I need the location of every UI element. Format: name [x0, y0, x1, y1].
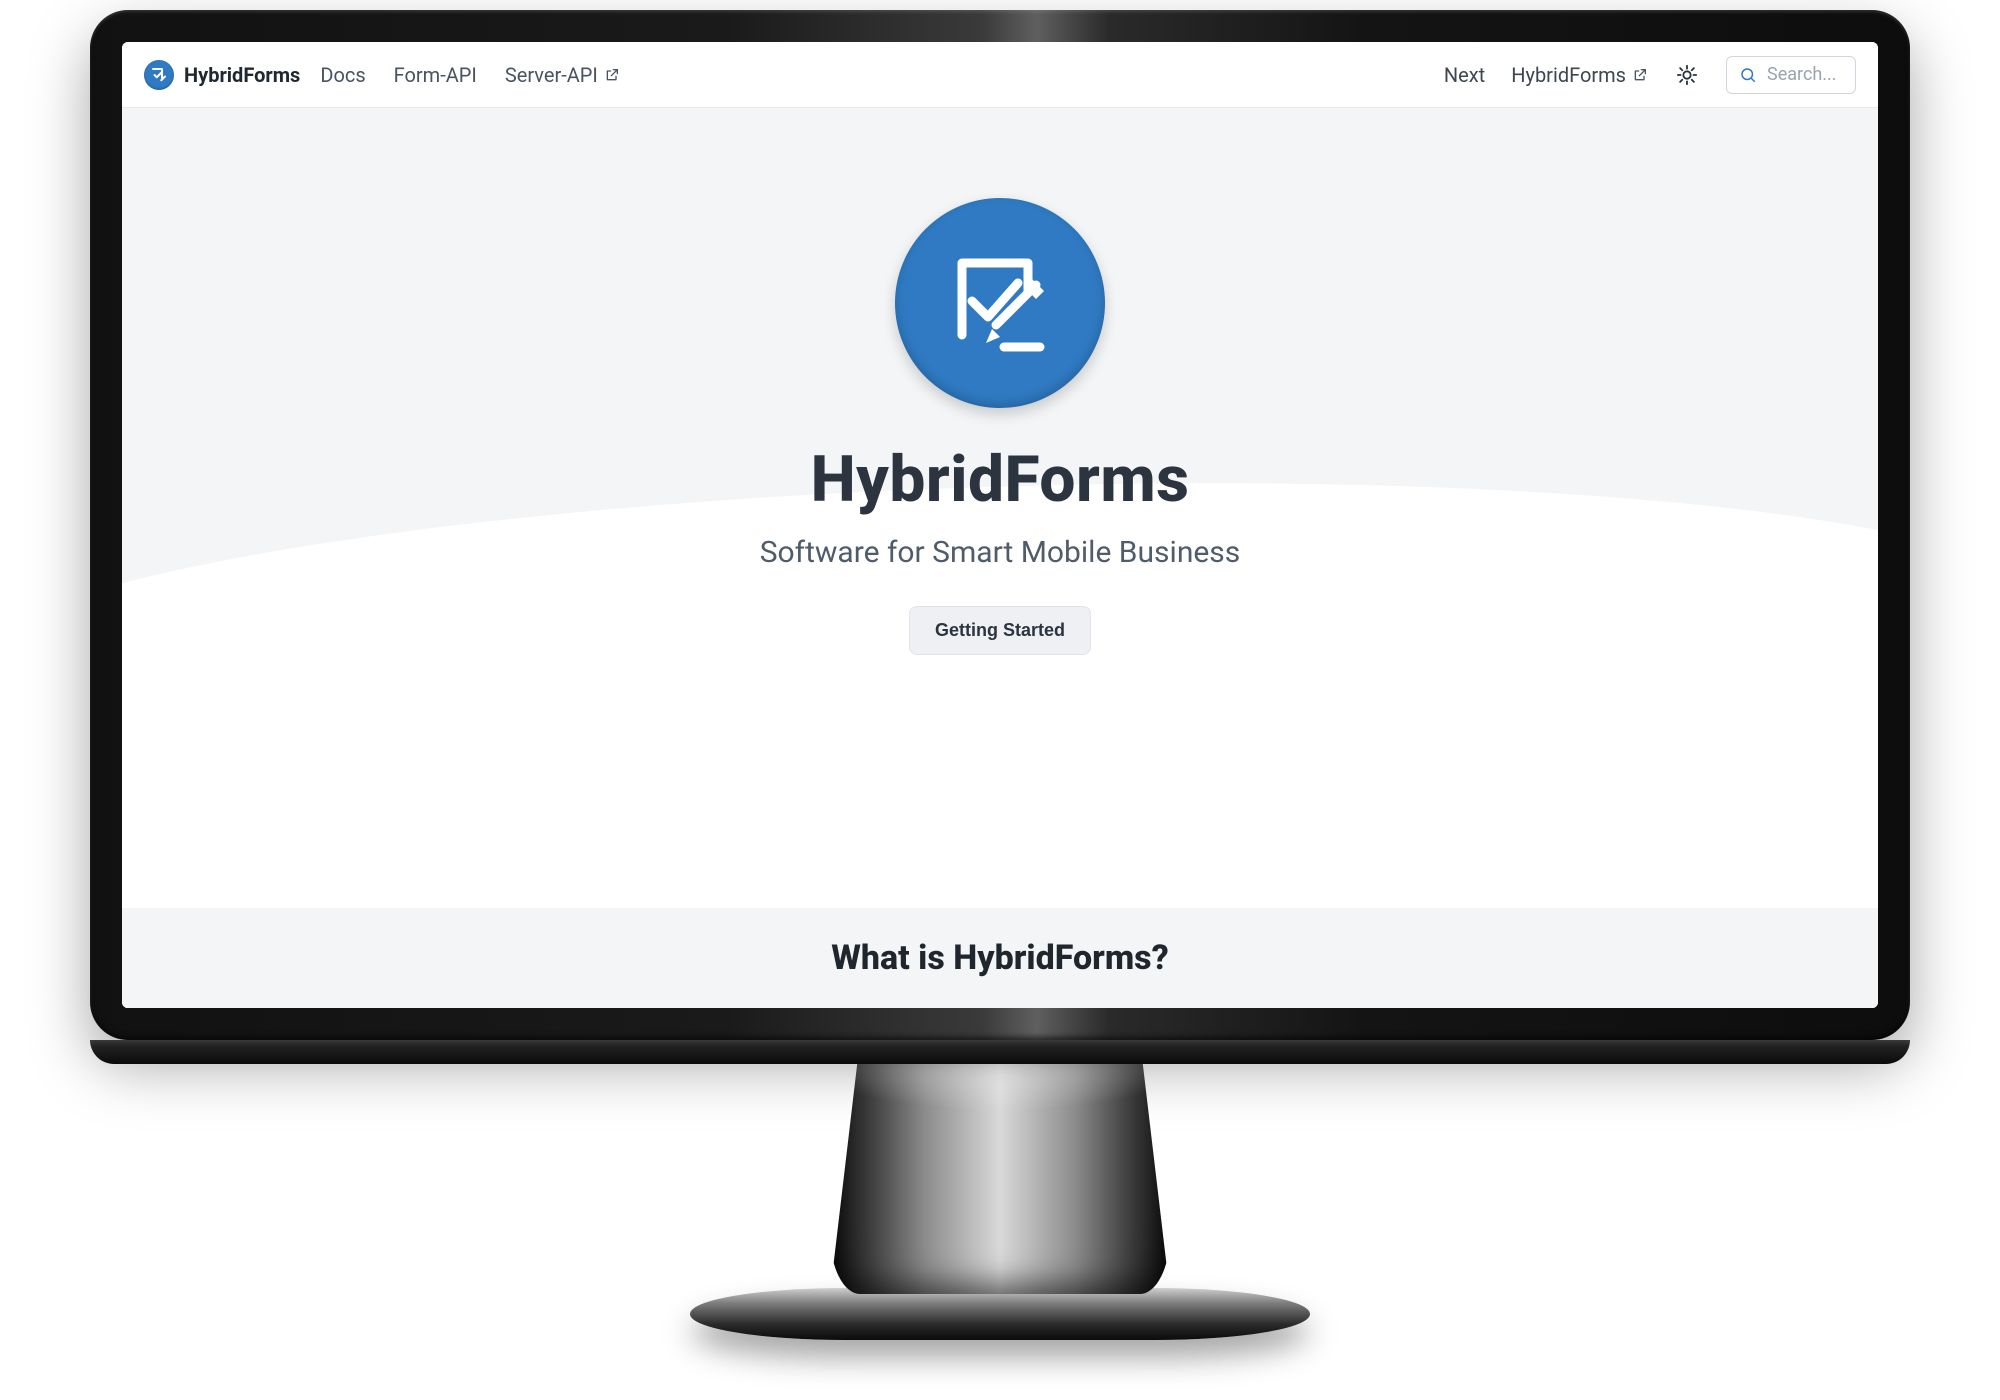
monitor-mockup: HybridForms Docs Form-API Server-API Nex…	[90, 10, 1910, 1340]
hero-subtitle: Software for Smart Mobile Business	[760, 535, 1241, 570]
brand-logo-icon	[144, 60, 174, 90]
nav-form-api[interactable]: Form-API	[394, 63, 477, 87]
what-is-section: What is HybridForms?	[122, 908, 1878, 1008]
theme-toggle-button[interactable]	[1674, 62, 1700, 88]
hero-logo-icon	[895, 198, 1105, 408]
monitor-chin	[90, 1040, 1910, 1064]
hero-title: HybridForms	[811, 442, 1190, 517]
nav-hybridforms-external[interactable]: HybridForms	[1511, 63, 1648, 87]
search-placeholder: Search...	[1767, 64, 1837, 85]
external-link-icon	[604, 67, 620, 83]
search-input[interactable]: Search...	[1726, 56, 1856, 94]
search-icon	[1739, 66, 1757, 84]
nav-server-api[interactable]: Server-API	[505, 63, 620, 87]
topbar-right: Next HybridForms	[1444, 56, 1856, 94]
nav-docs[interactable]: Docs	[320, 63, 365, 87]
nav-next[interactable]: Next	[1444, 63, 1485, 87]
monitor-base	[690, 1288, 1310, 1340]
hero-section: HybridForms Software for Smart Mobile Bu…	[122, 108, 1878, 1008]
section-heading: What is HybridForms?	[831, 938, 1169, 978]
sun-icon	[1676, 64, 1698, 86]
brand-name: HybridForms	[184, 63, 300, 87]
topbar: HybridForms Docs Form-API Server-API Nex…	[122, 42, 1878, 108]
brand-home-link[interactable]: HybridForms	[144, 60, 300, 90]
getting-started-button[interactable]: Getting Started	[909, 606, 1091, 655]
monitor-neck	[830, 1064, 1170, 1294]
screen: HybridForms Docs Form-API Server-API Nex…	[122, 42, 1878, 1008]
primary-nav: Docs Form-API Server-API	[320, 63, 620, 87]
monitor-bezel: HybridForms Docs Form-API Server-API Nex…	[90, 10, 1910, 1040]
external-link-icon	[1632, 67, 1648, 83]
